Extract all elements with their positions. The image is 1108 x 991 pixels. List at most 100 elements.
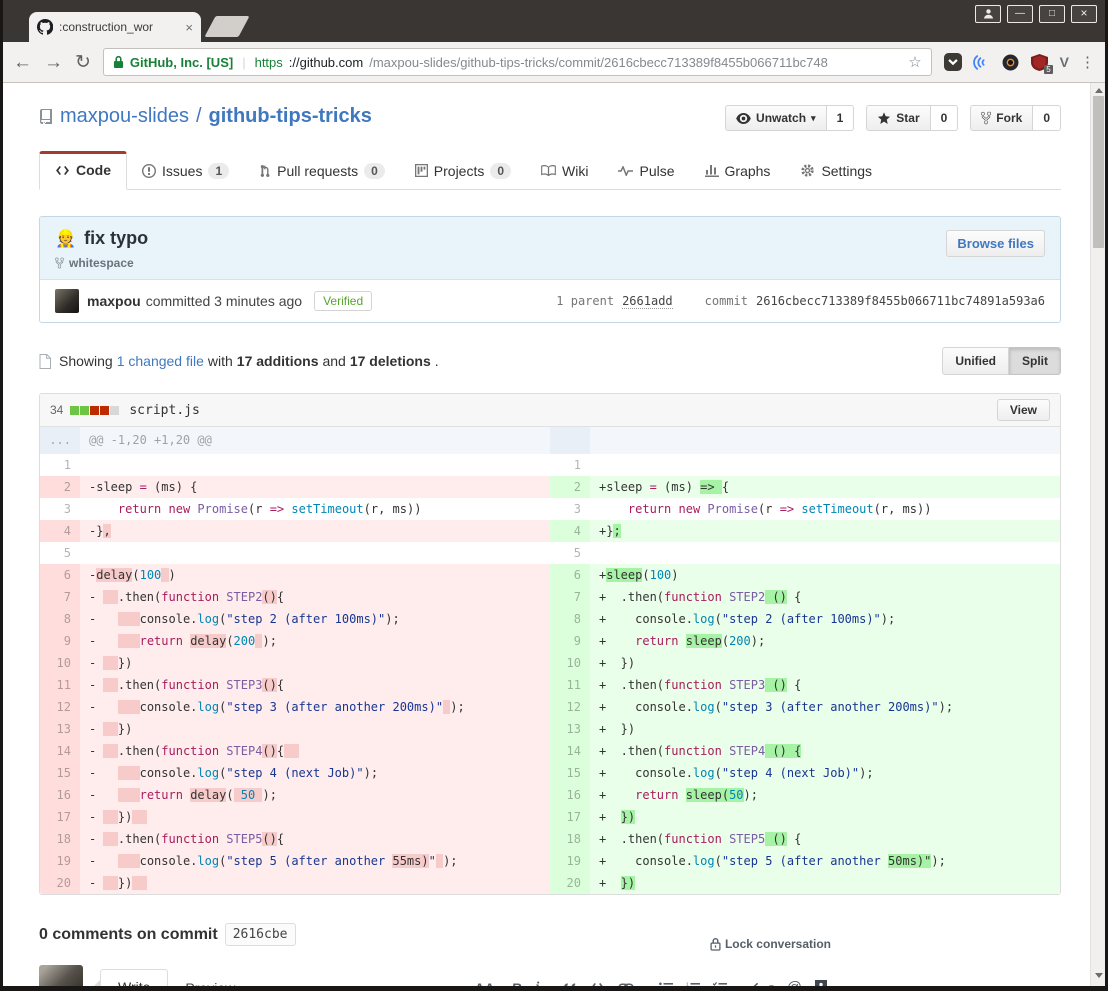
repo-name-link[interactable]: github-tips-tricks bbox=[209, 105, 372, 128]
browser-menu-icon[interactable]: ⋮ bbox=[1080, 53, 1095, 71]
diff-line-number[interactable]: 5 bbox=[40, 542, 80, 564]
arcs-extension-icon[interactable] bbox=[973, 53, 991, 71]
diff-line-number[interactable]: 6 bbox=[550, 564, 590, 586]
vimium-extension-icon[interactable]: V bbox=[1060, 54, 1069, 70]
browser-tab[interactable]: :construction_wor × bbox=[29, 12, 201, 42]
diff-line-number[interactable]: 11 bbox=[550, 674, 590, 696]
quote-icon[interactable] bbox=[564, 982, 577, 986]
bullet-list-icon[interactable] bbox=[659, 982, 674, 987]
diff-line-number[interactable]: 20 bbox=[550, 872, 590, 894]
ublock-extension-icon[interactable]: 5 bbox=[1031, 53, 1053, 74]
diff-line-number[interactable]: 17 bbox=[550, 806, 590, 828]
file-name[interactable]: script.js bbox=[129, 403, 199, 418]
unified-view-button[interactable]: Unified bbox=[942, 347, 1009, 375]
numbered-list-icon[interactable]: 123 bbox=[686, 982, 701, 986]
tab-graphs[interactable]: Graphs bbox=[690, 151, 786, 190]
diff-line-number[interactable]: 9 bbox=[40, 630, 80, 652]
tab-pull-requests[interactable]: Pull requests 0 bbox=[244, 151, 400, 190]
scrollbar-thumb[interactable] bbox=[1093, 96, 1104, 248]
text-size-icon[interactable]: AA▾ bbox=[474, 980, 499, 987]
forks-count[interactable]: 0 bbox=[1033, 105, 1061, 131]
diff-line-number[interactable]: 14 bbox=[550, 740, 590, 762]
reply-icon[interactable]: ▾ bbox=[752, 982, 774, 986]
diff-line-number[interactable]: 10 bbox=[550, 652, 590, 674]
diff-line-number[interactable]: 19 bbox=[40, 850, 80, 872]
diff-line-number[interactable]: 16 bbox=[550, 784, 590, 806]
minimize-button[interactable]: — bbox=[1007, 5, 1033, 23]
browse-files-button[interactable]: Browse files bbox=[946, 230, 1045, 257]
watchers-count[interactable]: 1 bbox=[826, 105, 855, 131]
diff-line-number[interactable]: 1 bbox=[550, 454, 590, 476]
diff-line-number[interactable]: 18 bbox=[40, 828, 80, 850]
diff-line-number[interactable]: 16 bbox=[40, 784, 80, 806]
new-tab-button[interactable] bbox=[204, 16, 250, 37]
diff-line-number[interactable]: 7 bbox=[40, 586, 80, 608]
tab-wiki[interactable]: Wiki bbox=[526, 151, 603, 190]
forward-button[interactable]: → bbox=[44, 53, 63, 72]
diff-line-number[interactable]: 13 bbox=[550, 718, 590, 740]
diff-line-number[interactable]: 12 bbox=[550, 696, 590, 718]
scrollbar-down-arrow[interactable] bbox=[1095, 973, 1103, 978]
tab-settings[interactable]: Settings bbox=[785, 151, 887, 190]
diff-line-number[interactable]: 4 bbox=[40, 520, 80, 542]
diff-line-number[interactable]: 2 bbox=[40, 476, 80, 498]
stargazers-count[interactable]: 0 bbox=[930, 105, 959, 131]
diff-line-number[interactable]: 9 bbox=[550, 630, 590, 652]
committer-login[interactable]: maxpou bbox=[87, 293, 141, 309]
ev-certificate-label[interactable]: GitHub, Inc. [US] bbox=[130, 55, 233, 70]
diff-line-number[interactable]: 18 bbox=[550, 828, 590, 850]
unwatch-button[interactable]: Unwatch ▾ bbox=[725, 105, 827, 131]
diff-line-number[interactable]: 20 bbox=[40, 872, 80, 894]
tab-code[interactable]: Code bbox=[39, 151, 127, 190]
bookmark-star-icon[interactable]: ☆ bbox=[908, 53, 921, 71]
diff-line-number[interactable]: 11 bbox=[40, 674, 80, 696]
diff-line-number[interactable]: 7 bbox=[550, 586, 590, 608]
diff-line-number[interactable]: 15 bbox=[40, 762, 80, 784]
diff-line-number[interactable]: 12 bbox=[40, 696, 80, 718]
maximize-button[interactable]: □ bbox=[1039, 5, 1065, 23]
diff-line-number[interactable]: 13 bbox=[40, 718, 80, 740]
pocket-extension-icon[interactable] bbox=[943, 53, 962, 71]
close-button[interactable]: × bbox=[1071, 5, 1097, 23]
diff-line-number[interactable]: 15 bbox=[550, 762, 590, 784]
diff-line-number[interactable]: 17 bbox=[40, 806, 80, 828]
diff-line-number[interactable]: 2 bbox=[550, 476, 590, 498]
dark-circle-extension-icon[interactable] bbox=[1002, 53, 1020, 71]
lock-conversation-button[interactable]: Lock conversation bbox=[710, 937, 831, 951]
page-scrollbar[interactable] bbox=[1090, 83, 1105, 986]
diff-line-number[interactable]: 10 bbox=[40, 652, 80, 674]
saved-replies-icon[interactable] bbox=[815, 980, 827, 986]
diff-line-number[interactable]: 6 bbox=[40, 564, 80, 586]
italic-icon[interactable]: i bbox=[535, 980, 539, 987]
verified-badge[interactable]: Verified bbox=[314, 291, 373, 311]
fork-button[interactable]: Fork bbox=[970, 105, 1034, 131]
diff-line-number[interactable]: 8 bbox=[550, 608, 590, 630]
link-icon[interactable] bbox=[618, 983, 634, 986]
split-view-button[interactable]: Split bbox=[1009, 347, 1061, 375]
star-button[interactable]: Star bbox=[866, 105, 931, 131]
diff-line-number[interactable]: 5 bbox=[550, 542, 590, 564]
repo-owner-link[interactable]: maxpou-slides bbox=[60, 105, 189, 128]
scrollbar-up-arrow[interactable] bbox=[1095, 88, 1103, 93]
parent-sha-link[interactable]: 2661add bbox=[622, 294, 673, 309]
diff-line-number[interactable]: 19 bbox=[550, 850, 590, 872]
mention-icon[interactable]: @ bbox=[787, 979, 802, 986]
tab-close-icon[interactable]: × bbox=[185, 21, 193, 34]
diff-line-number[interactable]: 4 bbox=[550, 520, 590, 542]
tab-issues[interactable]: Issues 1 bbox=[127, 151, 244, 190]
committer-avatar[interactable] bbox=[55, 289, 79, 313]
diff-line-number[interactable]: 8 bbox=[40, 608, 80, 630]
user-profile-button[interactable] bbox=[975, 5, 1001, 23]
diff-line-number[interactable]: 3 bbox=[550, 498, 590, 520]
diff-line-number[interactable]: 14 bbox=[40, 740, 80, 762]
tab-pulse[interactable]: Pulse bbox=[603, 151, 689, 190]
write-tab[interactable]: Write bbox=[100, 969, 169, 986]
diff-line-number[interactable]: 3 bbox=[40, 498, 80, 520]
tab-projects[interactable]: Projects 0 bbox=[400, 151, 526, 190]
changed-files-link[interactable]: 1 changed file bbox=[117, 353, 204, 369]
bold-icon[interactable]: B bbox=[512, 980, 522, 987]
back-button[interactable]: ← bbox=[13, 53, 32, 72]
reload-button[interactable]: ↻ bbox=[75, 53, 91, 72]
code-snippet-icon[interactable] bbox=[590, 982, 605, 986]
address-bar[interactable]: GitHub, Inc. [US] | https://github.com/m… bbox=[102, 48, 932, 76]
